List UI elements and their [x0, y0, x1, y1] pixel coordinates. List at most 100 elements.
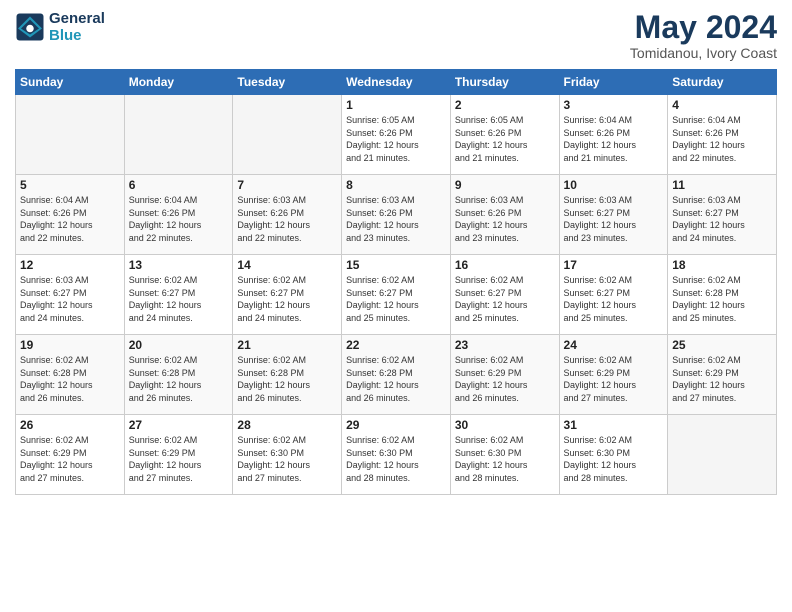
day-info: Sunrise: 6:04 AM Sunset: 6:26 PM Dayligh…	[20, 194, 120, 244]
weekday-header-tuesday: Tuesday	[233, 70, 342, 95]
day-cell	[124, 95, 233, 175]
day-cell: 18Sunrise: 6:02 AM Sunset: 6:28 PM Dayli…	[668, 255, 777, 335]
day-info: Sunrise: 6:02 AM Sunset: 6:27 PM Dayligh…	[237, 274, 337, 324]
day-cell: 12 Sunrise: 6:03 AM Sunset: 6:27 PM Dayli…	[16, 255, 125, 335]
day-number: 13	[129, 258, 229, 272]
day-cell: 19 Sunrise: 6:02 AM Sunset: 6:28 PM Dayli…	[16, 335, 125, 415]
logo-text: General Blue	[49, 10, 105, 44]
day-info: Sunrise: 6:04 AM Sunset: 6:26 PM Dayligh…	[564, 114, 664, 164]
day-info: Sunrise: 6:05 AM Sunset: 6:26 PM Dayligh…	[346, 114, 446, 164]
day-number: 3	[564, 98, 664, 112]
day-info: Sunrise: 6:03 AM Sunset: 6:27 PM Dayligh…	[20, 274, 120, 324]
day-cell: 25 Sunrise: 6:02 AM Sunset: 6:29 PM Dayli…	[668, 335, 777, 415]
day-number: 20	[129, 338, 229, 352]
day-info: Sunrise: 6:03 AM Sunset: 6:26 PM Dayligh…	[455, 194, 555, 244]
day-number: 16	[455, 258, 555, 272]
weekday-header-sunday: Sunday	[16, 70, 125, 95]
day-number: 8	[346, 178, 446, 192]
day-number: 4	[672, 98, 772, 112]
day-info: Sunrise: 6:05 AM Sunset: 6:26 PM Dayligh…	[455, 114, 555, 164]
logo: General Blue	[15, 10, 105, 44]
day-number: 12	[20, 258, 120, 272]
day-info: Sunrise: 6:02 AM Sunset: 6:28 PM Dayligh…	[237, 354, 337, 404]
day-cell: 30 Sunrise: 6:02 AM Sunset: 6:30 PM Dayli…	[450, 415, 559, 495]
day-number: 31	[564, 418, 664, 432]
week-row-1: 1Sunrise: 6:05 AM Sunset: 6:26 PM Daylig…	[16, 95, 777, 175]
day-cell: 1Sunrise: 6:05 AM Sunset: 6:26 PM Daylig…	[342, 95, 451, 175]
day-number: 11	[672, 178, 772, 192]
calendar: SundayMondayTuesdayWednesdayThursdayFrid…	[15, 69, 777, 495]
week-row-5: 26 Sunrise: 6:02 AM Sunset: 6:29 PM Dayli…	[16, 415, 777, 495]
day-number: 19	[20, 338, 120, 352]
day-cell: 3 Sunrise: 6:04 AM Sunset: 6:26 PM Daylig…	[559, 95, 668, 175]
month-year: May 2024	[630, 10, 777, 45]
page: General Blue May 2024 Tomidanou, Ivory C…	[0, 0, 792, 612]
day-cell: 23 Sunrise: 6:02 AM Sunset: 6:29 PM Dayli…	[450, 335, 559, 415]
day-number: 25	[672, 338, 772, 352]
day-cell: 22Sunrise: 6:02 AM Sunset: 6:28 PM Dayli…	[342, 335, 451, 415]
day-info: Sunrise: 6:02 AM Sunset: 6:29 PM Dayligh…	[455, 354, 555, 404]
day-number: 21	[237, 338, 337, 352]
week-row-2: 5 Sunrise: 6:04 AM Sunset: 6:26 PM Daylig…	[16, 175, 777, 255]
day-info: Sunrise: 6:02 AM Sunset: 6:29 PM Dayligh…	[564, 354, 664, 404]
header: General Blue May 2024 Tomidanou, Ivory C…	[15, 10, 777, 61]
day-cell: 11 Sunrise: 6:03 AM Sunset: 6:27 PM Dayli…	[668, 175, 777, 255]
day-number: 2	[455, 98, 555, 112]
logo-icon	[15, 12, 45, 42]
day-number: 24	[564, 338, 664, 352]
day-info: Sunrise: 6:02 AM Sunset: 6:27 PM Dayligh…	[564, 274, 664, 324]
day-cell: 28Sunrise: 6:02 AM Sunset: 6:30 PM Dayli…	[233, 415, 342, 495]
day-info: Sunrise: 6:04 AM Sunset: 6:26 PM Dayligh…	[672, 114, 772, 164]
day-cell: 4 Sunrise: 6:04 AM Sunset: 6:26 PM Daylig…	[668, 95, 777, 175]
week-row-4: 19 Sunrise: 6:02 AM Sunset: 6:28 PM Dayli…	[16, 335, 777, 415]
week-row-3: 12 Sunrise: 6:03 AM Sunset: 6:27 PM Dayli…	[16, 255, 777, 335]
day-cell: 8Sunrise: 6:03 AM Sunset: 6:26 PM Daylig…	[342, 175, 451, 255]
day-cell: 21 Sunrise: 6:02 AM Sunset: 6:28 PM Dayli…	[233, 335, 342, 415]
day-cell: 24 Sunrise: 6:02 AM Sunset: 6:29 PM Dayli…	[559, 335, 668, 415]
day-cell: 13 Sunrise: 6:02 AM Sunset: 6:27 PM Dayli…	[124, 255, 233, 335]
weekday-header-saturday: Saturday	[668, 70, 777, 95]
day-number: 27	[129, 418, 229, 432]
day-info: Sunrise: 6:02 AM Sunset: 6:27 PM Dayligh…	[346, 274, 446, 324]
day-info: Sunrise: 6:02 AM Sunset: 6:30 PM Dayligh…	[455, 434, 555, 484]
weekday-header-row: SundayMondayTuesdayWednesdayThursdayFrid…	[16, 70, 777, 95]
day-info: Sunrise: 6:02 AM Sunset: 6:29 PM Dayligh…	[20, 434, 120, 484]
day-number: 17	[564, 258, 664, 272]
weekday-header-friday: Friday	[559, 70, 668, 95]
day-info: Sunrise: 6:04 AM Sunset: 6:26 PM Dayligh…	[129, 194, 229, 244]
day-cell: 10 Sunrise: 6:03 AM Sunset: 6:27 PM Dayli…	[559, 175, 668, 255]
day-info: Sunrise: 6:02 AM Sunset: 6:28 PM Dayligh…	[20, 354, 120, 404]
day-number: 5	[20, 178, 120, 192]
location: Tomidanou, Ivory Coast	[630, 45, 777, 61]
day-cell	[16, 95, 125, 175]
day-cell: 2 Sunrise: 6:05 AM Sunset: 6:26 PM Daylig…	[450, 95, 559, 175]
day-info: Sunrise: 6:02 AM Sunset: 6:27 PM Dayligh…	[455, 274, 555, 324]
weekday-header-thursday: Thursday	[450, 70, 559, 95]
day-number: 23	[455, 338, 555, 352]
day-info: Sunrise: 6:02 AM Sunset: 6:29 PM Dayligh…	[672, 354, 772, 404]
day-cell: 5 Sunrise: 6:04 AM Sunset: 6:26 PM Daylig…	[16, 175, 125, 255]
day-cell: 29Sunrise: 6:02 AM Sunset: 6:30 PM Dayli…	[342, 415, 451, 495]
day-number: 7	[237, 178, 337, 192]
day-cell: 7Sunrise: 6:03 AM Sunset: 6:26 PM Daylig…	[233, 175, 342, 255]
day-number: 6	[129, 178, 229, 192]
day-cell: 9Sunrise: 6:03 AM Sunset: 6:26 PM Daylig…	[450, 175, 559, 255]
day-cell: 6 Sunrise: 6:04 AM Sunset: 6:26 PM Daylig…	[124, 175, 233, 255]
day-number: 26	[20, 418, 120, 432]
day-cell	[668, 415, 777, 495]
day-number: 30	[455, 418, 555, 432]
day-cell: 27Sunrise: 6:02 AM Sunset: 6:29 PM Dayli…	[124, 415, 233, 495]
day-info: Sunrise: 6:03 AM Sunset: 6:27 PM Dayligh…	[564, 194, 664, 244]
day-info: Sunrise: 6:02 AM Sunset: 6:30 PM Dayligh…	[346, 434, 446, 484]
day-info: Sunrise: 6:02 AM Sunset: 6:27 PM Dayligh…	[129, 274, 229, 324]
weekday-header-monday: Monday	[124, 70, 233, 95]
day-number: 10	[564, 178, 664, 192]
day-cell	[233, 95, 342, 175]
day-number: 15	[346, 258, 446, 272]
title-block: May 2024 Tomidanou, Ivory Coast	[630, 10, 777, 61]
day-cell: 16 Sunrise: 6:02 AM Sunset: 6:27 PM Dayli…	[450, 255, 559, 335]
day-info: Sunrise: 6:03 AM Sunset: 6:27 PM Dayligh…	[672, 194, 772, 244]
day-info: Sunrise: 6:02 AM Sunset: 6:30 PM Dayligh…	[237, 434, 337, 484]
day-cell: 20Sunrise: 6:02 AM Sunset: 6:28 PM Dayli…	[124, 335, 233, 415]
day-number: 18	[672, 258, 772, 272]
